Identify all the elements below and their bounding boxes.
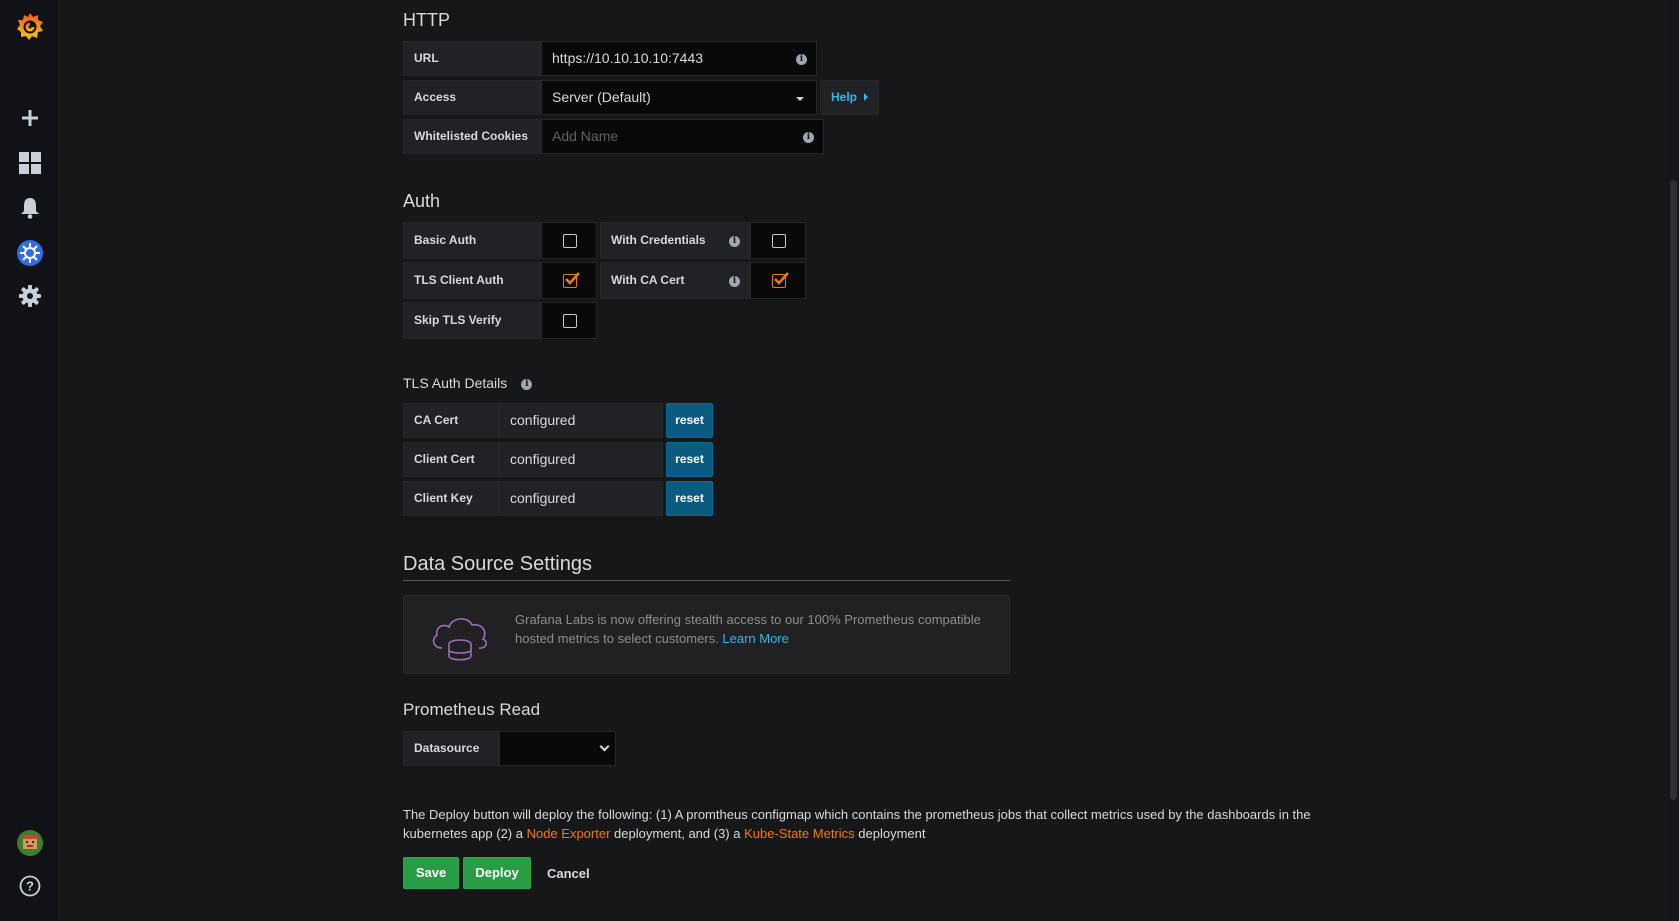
with-credentials-label: With Credentials i	[600, 222, 750, 259]
with-credentials-checkbox-cell[interactable]	[750, 222, 806, 259]
caret-down-icon	[796, 97, 804, 101]
info-icon[interactable]: i	[729, 276, 740, 287]
basic-auth-checkbox[interactable]	[563, 234, 577, 248]
with-credentials-text: With Credentials	[611, 233, 706, 247]
deploy-note: The Deploy button will deploy the follow…	[403, 805, 1333, 843]
datasource-row: Datasource	[403, 731, 616, 766]
checkmark-icon	[774, 272, 789, 285]
help-label: Help	[831, 90, 858, 104]
learn-more-link[interactable]: Learn More	[722, 631, 788, 646]
cancel-button[interactable]: Cancel	[547, 866, 590, 881]
tls-section-title: TLS Auth Details	[403, 375, 508, 391]
auth-row-1: Basic Auth With Credentials i	[403, 222, 806, 259]
dashboards-icon[interactable]	[0, 145, 60, 181]
access-value: Server (Default)	[552, 89, 651, 105]
info-icon[interactable]: i	[729, 236, 740, 247]
deploy-button[interactable]: Deploy	[463, 857, 531, 889]
url-value: https://10.10.10.10:7443	[552, 50, 704, 66]
cookies-placeholder: Add Name	[552, 128, 619, 144]
cookies-input[interactable]: Add Name i	[541, 119, 824, 154]
datasource-label: Datasource	[403, 731, 499, 766]
client-key-input[interactable]: configured	[499, 481, 663, 516]
client-key-reset-button[interactable]: reset	[666, 481, 713, 516]
access-select[interactable]: Server (Default)	[541, 80, 817, 115]
datasource-settings-title: Data Source Settings	[403, 553, 592, 575]
url-row: URL https://10.10.10.10:7443 i	[403, 41, 817, 76]
plus-icon[interactable]	[0, 100, 60, 136]
gear-icon[interactable]	[0, 278, 60, 314]
kubernetes-icon[interactable]	[0, 235, 60, 271]
datasource-select-wrap	[499, 731, 616, 766]
with-credentials-checkbox[interactable]	[772, 234, 786, 248]
grafana-logo-icon[interactable]	[0, 9, 60, 45]
tls-client-auth-label: TLS Client Auth	[403, 262, 541, 299]
client-key-label: Client Key	[403, 481, 499, 516]
save-button[interactable]: Save	[403, 857, 459, 889]
bell-icon[interactable]	[0, 190, 60, 226]
with-ca-cert-checkbox-cell[interactable]	[750, 262, 806, 299]
auth-section-title: Auth	[403, 191, 441, 211]
info-icon[interactable]: i	[521, 379, 533, 390]
with-ca-cert-label: With CA Cert i	[600, 262, 750, 299]
deploy-note-part3: deployment	[854, 826, 926, 841]
scrollbar-track[interactable]	[1668, 0, 1679, 921]
ca-cert-label: CA Cert	[403, 403, 499, 438]
tls-client-auth-checkbox[interactable]	[563, 272, 580, 288]
skip-tls-verify-checkbox-cell[interactable]	[541, 302, 597, 339]
datasource-select[interactable]	[499, 731, 616, 766]
ca-cert-input[interactable]: configured	[499, 403, 663, 438]
prometheus-read-title: Prometheus Read	[403, 700, 541, 719]
url-input[interactable]: https://10.10.10.10:7443 i	[541, 41, 817, 76]
node-exporter-link[interactable]: Node Exporter	[527, 826, 611, 841]
avatar[interactable]	[0, 825, 60, 861]
auth-row-2: TLS Client Auth With CA Cert i	[403, 262, 806, 299]
auth-row-3: Skip TLS Verify	[403, 302, 597, 339]
client-cert-label: Client Cert	[403, 442, 499, 477]
url-label: URL	[403, 41, 541, 76]
http-section-title: HTTP	[403, 10, 450, 30]
tls-client-auth-checkbox-cell[interactable]	[541, 262, 597, 299]
tls-row-client-key: Client Key configured reset	[403, 481, 713, 516]
skip-tls-verify-checkbox[interactable]	[563, 314, 577, 328]
checkmark-icon	[565, 272, 580, 285]
info-icon[interactable]: i	[796, 54, 807, 65]
tls-title-row: TLS Auth Details i	[403, 375, 533, 391]
basic-auth-label: Basic Auth	[403, 222, 541, 259]
kube-state-metrics-link[interactable]: Kube-State Metrics	[744, 826, 855, 841]
cookies-row: Whitelisted Cookies Add Name i	[403, 119, 824, 154]
scrollbar-thumb[interactable]	[1670, 180, 1677, 800]
cookies-label: Whitelisted Cookies	[403, 119, 541, 154]
help-button[interactable]: Help	[820, 80, 880, 115]
promo-text: Grafana Labs is now offering stealth acc…	[515, 610, 995, 648]
sidebar: ?	[0, 0, 60, 921]
access-label: Access	[403, 80, 541, 115]
with-ca-cert-checkbox[interactable]	[772, 272, 789, 288]
deploy-note-part2: deployment, and (3) a	[610, 826, 745, 841]
caret-right-icon	[864, 93, 869, 101]
skip-tls-verify-label: Skip TLS Verify	[403, 302, 541, 339]
ca-cert-reset-button[interactable]: reset	[666, 403, 713, 438]
client-cert-reset-button[interactable]: reset	[666, 442, 713, 477]
svg-text:?: ?	[26, 879, 34, 894]
client-cert-input[interactable]: configured	[499, 442, 663, 477]
section-divider	[403, 580, 1010, 581]
tls-row-client-cert: Client Cert configured reset	[403, 442, 713, 477]
info-icon[interactable]: i	[803, 132, 814, 143]
basic-auth-checkbox-cell[interactable]	[541, 222, 597, 259]
help-icon[interactable]: ?	[0, 868, 60, 904]
with-ca-cert-text: With CA Cert	[611, 273, 685, 287]
cloud-database-icon	[432, 618, 488, 661]
tls-row-ca-cert: CA Cert configured reset	[403, 403, 713, 438]
promo-banner: Grafana Labs is now offering stealth acc…	[403, 595, 1010, 674]
access-row: Access Server (Default) Help	[403, 80, 880, 115]
